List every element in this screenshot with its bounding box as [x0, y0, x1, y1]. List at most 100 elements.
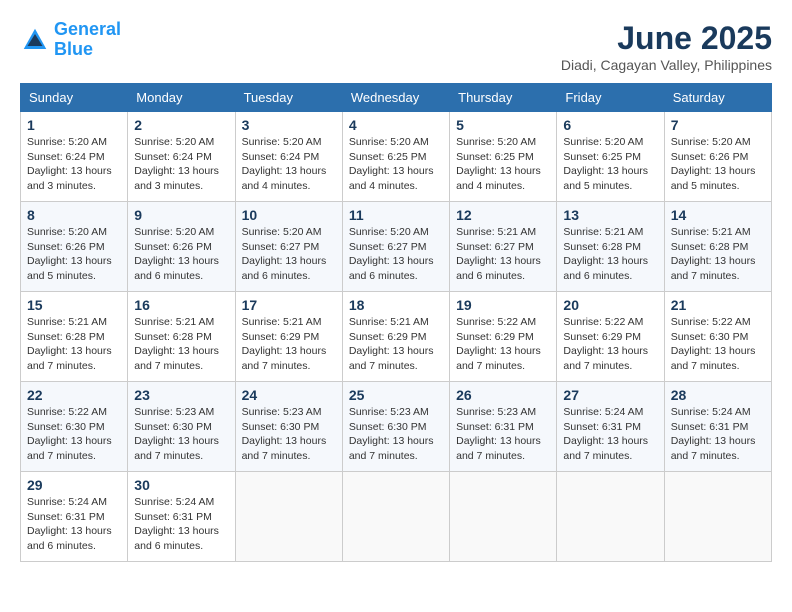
day-info: Sunrise: 5:21 AM Sunset: 6:28 PM Dayligh… [563, 225, 657, 284]
day-info: Sunrise: 5:20 AM Sunset: 6:27 PM Dayligh… [349, 225, 443, 284]
sunrise-text: Sunrise: 5:24 AM [671, 405, 765, 420]
day-info: Sunrise: 5:21 AM Sunset: 6:29 PM Dayligh… [349, 315, 443, 374]
day-info: Sunrise: 5:20 AM Sunset: 6:25 PM Dayligh… [563, 135, 657, 194]
calendar-cell: 21 Sunrise: 5:22 AM Sunset: 6:30 PM Dayl… [664, 292, 771, 382]
daylight-text: Daylight: 13 hours and 7 minutes. [671, 434, 765, 463]
calendar-cell: 29 Sunrise: 5:24 AM Sunset: 6:31 PM Dayl… [21, 472, 128, 562]
col-monday: Monday [128, 84, 235, 112]
month-title: June 2025 [561, 20, 772, 57]
day-info: Sunrise: 5:21 AM Sunset: 6:29 PM Dayligh… [242, 315, 336, 374]
sunrise-text: Sunrise: 5:22 AM [563, 315, 657, 330]
sunrise-text: Sunrise: 5:20 AM [134, 135, 228, 150]
calendar-cell: 11 Sunrise: 5:20 AM Sunset: 6:27 PM Dayl… [342, 202, 449, 292]
week-row-4: 29 Sunrise: 5:24 AM Sunset: 6:31 PM Dayl… [21, 472, 772, 562]
sunrise-text: Sunrise: 5:21 AM [349, 315, 443, 330]
sunrise-text: Sunrise: 5:23 AM [134, 405, 228, 420]
sunrise-text: Sunrise: 5:22 AM [671, 315, 765, 330]
sunset-text: Sunset: 6:27 PM [349, 240, 443, 255]
sunset-text: Sunset: 6:30 PM [671, 330, 765, 345]
sunrise-text: Sunrise: 5:23 AM [242, 405, 336, 420]
col-tuesday: Tuesday [235, 84, 342, 112]
day-number: 19 [456, 297, 550, 313]
day-info: Sunrise: 5:22 AM Sunset: 6:29 PM Dayligh… [456, 315, 550, 374]
sunset-text: Sunset: 6:25 PM [349, 150, 443, 165]
header: General Blue June 2025 Diadi, Cagayan Va… [20, 20, 772, 73]
sunset-text: Sunset: 6:27 PM [242, 240, 336, 255]
day-number: 29 [27, 477, 121, 493]
day-info: Sunrise: 5:21 AM Sunset: 6:28 PM Dayligh… [671, 225, 765, 284]
calendar-cell: 17 Sunrise: 5:21 AM Sunset: 6:29 PM Dayl… [235, 292, 342, 382]
sunset-text: Sunset: 6:31 PM [134, 510, 228, 525]
sunrise-text: Sunrise: 5:20 AM [27, 135, 121, 150]
sunset-text: Sunset: 6:25 PM [563, 150, 657, 165]
day-info: Sunrise: 5:24 AM Sunset: 6:31 PM Dayligh… [671, 405, 765, 464]
daylight-text: Daylight: 13 hours and 7 minutes. [242, 344, 336, 373]
daylight-text: Daylight: 13 hours and 7 minutes. [242, 434, 336, 463]
sunrise-text: Sunrise: 5:20 AM [349, 225, 443, 240]
daylight-text: Daylight: 13 hours and 7 minutes. [563, 434, 657, 463]
sunset-text: Sunset: 6:29 PM [563, 330, 657, 345]
day-number: 18 [349, 297, 443, 313]
sunrise-text: Sunrise: 5:20 AM [456, 135, 550, 150]
calendar-cell [235, 472, 342, 562]
day-info: Sunrise: 5:22 AM Sunset: 6:29 PM Dayligh… [563, 315, 657, 374]
day-number: 23 [134, 387, 228, 403]
sunrise-text: Sunrise: 5:20 AM [134, 225, 228, 240]
day-info: Sunrise: 5:20 AM Sunset: 6:24 PM Dayligh… [134, 135, 228, 194]
calendar-cell: 4 Sunrise: 5:20 AM Sunset: 6:25 PM Dayli… [342, 112, 449, 202]
daylight-text: Daylight: 13 hours and 4 minutes. [242, 164, 336, 193]
calendar-cell: 22 Sunrise: 5:22 AM Sunset: 6:30 PM Dayl… [21, 382, 128, 472]
day-info: Sunrise: 5:24 AM Sunset: 6:31 PM Dayligh… [27, 495, 121, 554]
daylight-text: Daylight: 13 hours and 4 minutes. [456, 164, 550, 193]
day-number: 21 [671, 297, 765, 313]
sunset-text: Sunset: 6:28 PM [27, 330, 121, 345]
day-number: 2 [134, 117, 228, 133]
sunrise-text: Sunrise: 5:21 AM [134, 315, 228, 330]
calendar-table: Sunday Monday Tuesday Wednesday Thursday… [20, 83, 772, 562]
sunrise-text: Sunrise: 5:20 AM [242, 225, 336, 240]
calendar-cell: 25 Sunrise: 5:23 AM Sunset: 6:30 PM Dayl… [342, 382, 449, 472]
sunrise-text: Sunrise: 5:21 AM [456, 225, 550, 240]
col-thursday: Thursday [450, 84, 557, 112]
week-row-2: 15 Sunrise: 5:21 AM Sunset: 6:28 PM Dayl… [21, 292, 772, 382]
location-title: Diadi, Cagayan Valley, Philippines [561, 57, 772, 73]
sunset-text: Sunset: 6:30 PM [349, 420, 443, 435]
day-info: Sunrise: 5:20 AM Sunset: 6:26 PM Dayligh… [134, 225, 228, 284]
day-number: 6 [563, 117, 657, 133]
calendar-cell: 30 Sunrise: 5:24 AM Sunset: 6:31 PM Dayl… [128, 472, 235, 562]
day-info: Sunrise: 5:20 AM Sunset: 6:24 PM Dayligh… [242, 135, 336, 194]
calendar-cell: 16 Sunrise: 5:21 AM Sunset: 6:28 PM Dayl… [128, 292, 235, 382]
day-info: Sunrise: 5:22 AM Sunset: 6:30 PM Dayligh… [27, 405, 121, 464]
sunrise-text: Sunrise: 5:22 AM [456, 315, 550, 330]
col-friday: Friday [557, 84, 664, 112]
calendar-cell: 20 Sunrise: 5:22 AM Sunset: 6:29 PM Dayl… [557, 292, 664, 382]
day-info: Sunrise: 5:21 AM Sunset: 6:28 PM Dayligh… [134, 315, 228, 374]
col-sunday: Sunday [21, 84, 128, 112]
sunset-text: Sunset: 6:30 PM [134, 420, 228, 435]
week-row-1: 8 Sunrise: 5:20 AM Sunset: 6:26 PM Dayli… [21, 202, 772, 292]
calendar-header-row: Sunday Monday Tuesday Wednesday Thursday… [21, 84, 772, 112]
calendar-cell: 1 Sunrise: 5:20 AM Sunset: 6:24 PM Dayli… [21, 112, 128, 202]
sunset-text: Sunset: 6:24 PM [27, 150, 121, 165]
calendar-cell [664, 472, 771, 562]
title-area: June 2025 Diadi, Cagayan Valley, Philipp… [561, 20, 772, 73]
sunrise-text: Sunrise: 5:23 AM [349, 405, 443, 420]
sunset-text: Sunset: 6:26 PM [671, 150, 765, 165]
daylight-text: Daylight: 13 hours and 3 minutes. [27, 164, 121, 193]
day-info: Sunrise: 5:24 AM Sunset: 6:31 PM Dayligh… [134, 495, 228, 554]
day-number: 9 [134, 207, 228, 223]
sunset-text: Sunset: 6:29 PM [242, 330, 336, 345]
calendar-cell: 28 Sunrise: 5:24 AM Sunset: 6:31 PM Dayl… [664, 382, 771, 472]
calendar-cell: 6 Sunrise: 5:20 AM Sunset: 6:25 PM Dayli… [557, 112, 664, 202]
sunset-text: Sunset: 6:30 PM [242, 420, 336, 435]
day-number: 24 [242, 387, 336, 403]
day-info: Sunrise: 5:20 AM Sunset: 6:25 PM Dayligh… [349, 135, 443, 194]
sunset-text: Sunset: 6:24 PM [242, 150, 336, 165]
daylight-text: Daylight: 13 hours and 7 minutes. [456, 344, 550, 373]
sunset-text: Sunset: 6:25 PM [456, 150, 550, 165]
calendar-cell: 12 Sunrise: 5:21 AM Sunset: 6:27 PM Dayl… [450, 202, 557, 292]
day-number: 14 [671, 207, 765, 223]
col-wednesday: Wednesday [342, 84, 449, 112]
day-number: 5 [456, 117, 550, 133]
daylight-text: Daylight: 13 hours and 3 minutes. [134, 164, 228, 193]
